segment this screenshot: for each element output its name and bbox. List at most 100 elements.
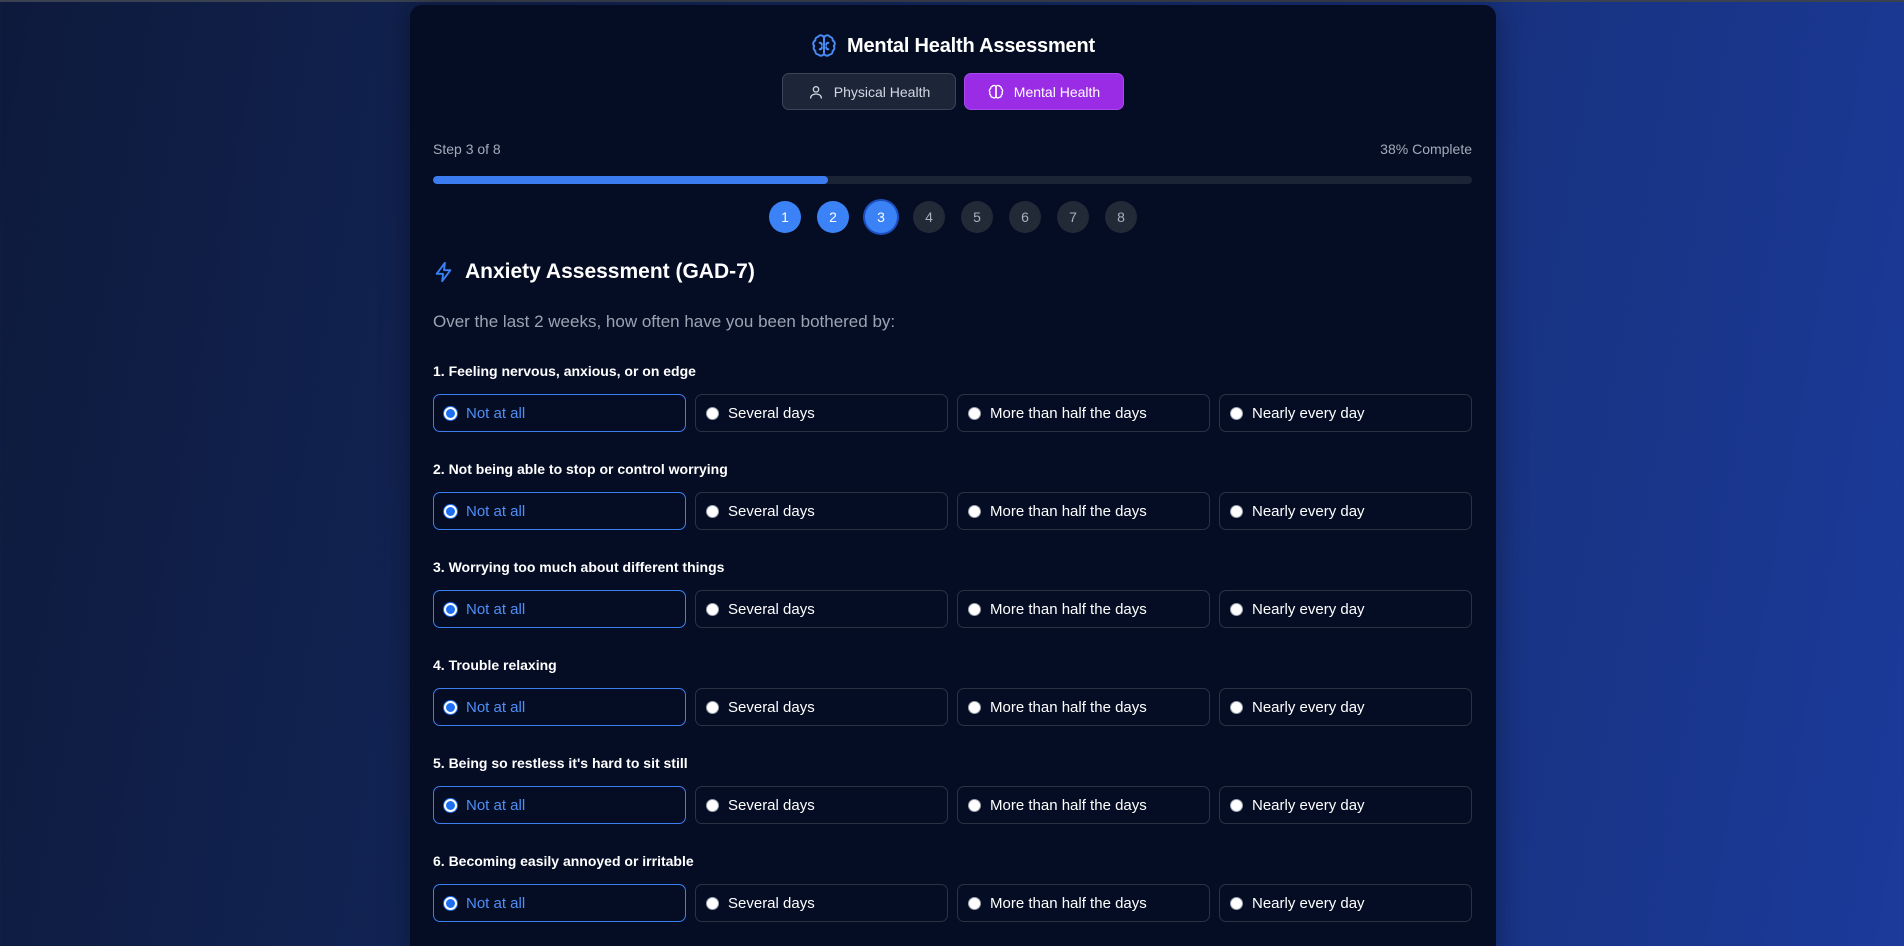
- radio-button[interactable]: [1230, 798, 1243, 812]
- question-label: 3. Worrying too much about different thi…: [433, 559, 725, 575]
- answer-options: Not at all Several days More than half the…: [433, 492, 1472, 530]
- radio-button[interactable]: [444, 406, 457, 420]
- radio-button[interactable]: [968, 602, 981, 616]
- answer-option[interactable]: Several days: [695, 688, 948, 726]
- answer-option[interactable]: Not at all: [433, 688, 686, 726]
- answer-option[interactable]: Not at all: [433, 492, 686, 530]
- radio-button[interactable]: [1230, 602, 1243, 616]
- step-indicator: 12345678: [410, 201, 1496, 233]
- step-8[interactable]: 8: [1105, 201, 1137, 233]
- option-label: Several days: [728, 698, 815, 716]
- radio-button[interactable]: [968, 896, 981, 910]
- answer-option[interactable]: Nearly every day: [1219, 492, 1472, 530]
- radio-button[interactable]: [706, 602, 719, 616]
- answer-option[interactable]: Not at all: [433, 884, 686, 922]
- answer-option[interactable]: Nearly every day: [1219, 590, 1472, 628]
- radio-button[interactable]: [968, 798, 981, 812]
- answer-option[interactable]: Nearly every day: [1219, 884, 1472, 922]
- tab-mental-health[interactable]: Mental Health: [964, 73, 1124, 110]
- radio-button[interactable]: [706, 406, 719, 420]
- step-1[interactable]: 1: [769, 201, 801, 233]
- option-label: Not at all: [466, 796, 526, 814]
- radio-button[interactable]: [444, 798, 457, 812]
- question-label: 2. Not being able to stop or control wor…: [433, 461, 728, 477]
- progress-bar-fill: [433, 176, 828, 184]
- question-label: 6. Becoming easily annoyed or irritable: [433, 853, 694, 869]
- option-label: More than half the days: [990, 796, 1147, 814]
- radio-button[interactable]: [1230, 406, 1243, 420]
- header: Mental Health Assessment: [410, 30, 1496, 62]
- option-label: Nearly every day: [1252, 894, 1365, 912]
- step-3[interactable]: 3: [865, 201, 897, 233]
- radio-button[interactable]: [706, 504, 719, 518]
- option-label: Not at all: [466, 502, 526, 520]
- option-label: Nearly every day: [1252, 404, 1365, 422]
- answer-option[interactable]: Not at all: [433, 590, 686, 628]
- answer-option[interactable]: Not at all: [433, 786, 686, 824]
- section-header: Anxiety Assessment (GAD-7): [433, 259, 755, 285]
- step-counter: Step 3 of 8: [433, 141, 501, 157]
- answer-option[interactable]: Several days: [695, 492, 948, 530]
- option-label: Not at all: [466, 894, 526, 912]
- option-label: More than half the days: [990, 600, 1147, 618]
- user-icon: [809, 85, 822, 99]
- answer-option[interactable]: Several days: [695, 786, 948, 824]
- step-7[interactable]: 7: [1057, 201, 1089, 233]
- tab-label: Mental Health: [1013, 83, 1101, 100]
- answer-option[interactable]: Nearly every day: [1219, 394, 1472, 432]
- option-label: Nearly every day: [1252, 698, 1365, 716]
- step-5[interactable]: 5: [961, 201, 993, 233]
- radio-button[interactable]: [444, 896, 457, 910]
- option-label: Not at all: [466, 600, 526, 618]
- question-item: 2. Not being able to stop or control wor…: [433, 460, 1472, 558]
- answer-option[interactable]: Nearly every day: [1219, 786, 1472, 824]
- question-list: 1. Feeling nervous, anxious, or on edge N…: [433, 362, 1472, 946]
- question-item: 3. Worrying too much about different thi…: [433, 558, 1472, 656]
- option-label: Several days: [728, 502, 815, 520]
- question-label: 5. Being so restless it's hard to sit st…: [433, 755, 688, 771]
- answer-option[interactable]: More than half the days: [957, 688, 1210, 726]
- instructions: Over the last 2 weeks, how often have yo…: [433, 312, 896, 331]
- radio-button[interactable]: [968, 504, 981, 518]
- radio-button[interactable]: [706, 700, 719, 714]
- answer-option[interactable]: More than half the days: [957, 394, 1210, 432]
- radio-button[interactable]: [706, 896, 719, 910]
- answer-option[interactable]: More than half the days: [957, 492, 1210, 530]
- option-label: Nearly every day: [1252, 502, 1365, 520]
- question-label: 4. Trouble relaxing: [433, 657, 557, 673]
- radio-button[interactable]: [444, 602, 457, 616]
- option-label: Not at all: [466, 404, 526, 422]
- option-label: Several days: [728, 796, 815, 814]
- option-label: Several days: [728, 894, 815, 912]
- step-4[interactable]: 4: [913, 201, 945, 233]
- option-label: Several days: [728, 600, 815, 618]
- lightning-icon: [435, 261, 452, 283]
- option-label: More than half the days: [990, 502, 1147, 520]
- step-6[interactable]: 6: [1009, 201, 1041, 233]
- answer-option[interactable]: Not at all: [433, 394, 686, 432]
- radio-button[interactable]: [968, 700, 981, 714]
- answer-option[interactable]: Several days: [695, 590, 948, 628]
- radio-button[interactable]: [1230, 896, 1243, 910]
- radio-button[interactable]: [444, 504, 457, 518]
- option-label: Several days: [728, 404, 815, 422]
- radio-button[interactable]: [706, 798, 719, 812]
- answer-option[interactable]: Several days: [695, 884, 948, 922]
- answer-options: Not at all Several days More than half the…: [433, 786, 1472, 824]
- radio-button[interactable]: [1230, 700, 1243, 714]
- option-label: More than half the days: [990, 894, 1147, 912]
- question-item: 6. Becoming easily annoyed or irritable N…: [433, 852, 1472, 946]
- question-item: 5. Being so restless it's hard to sit st…: [433, 754, 1472, 852]
- radio-button[interactable]: [968, 406, 981, 420]
- answer-option[interactable]: More than half the days: [957, 884, 1210, 922]
- radio-button[interactable]: [444, 700, 457, 714]
- answer-option[interactable]: Nearly every day: [1219, 688, 1472, 726]
- answer-option[interactable]: Several days: [695, 394, 948, 432]
- answer-option[interactable]: More than half the days: [957, 590, 1210, 628]
- answer-option[interactable]: More than half the days: [957, 786, 1210, 824]
- radio-button[interactable]: [1230, 504, 1243, 518]
- tab-physical-health[interactable]: Physical Health: [782, 73, 956, 110]
- tab-label: Physical Health: [833, 83, 931, 100]
- step-2[interactable]: 2: [817, 201, 849, 233]
- assessment-card: Mental Health Assessment Physical Health…: [410, 5, 1496, 946]
